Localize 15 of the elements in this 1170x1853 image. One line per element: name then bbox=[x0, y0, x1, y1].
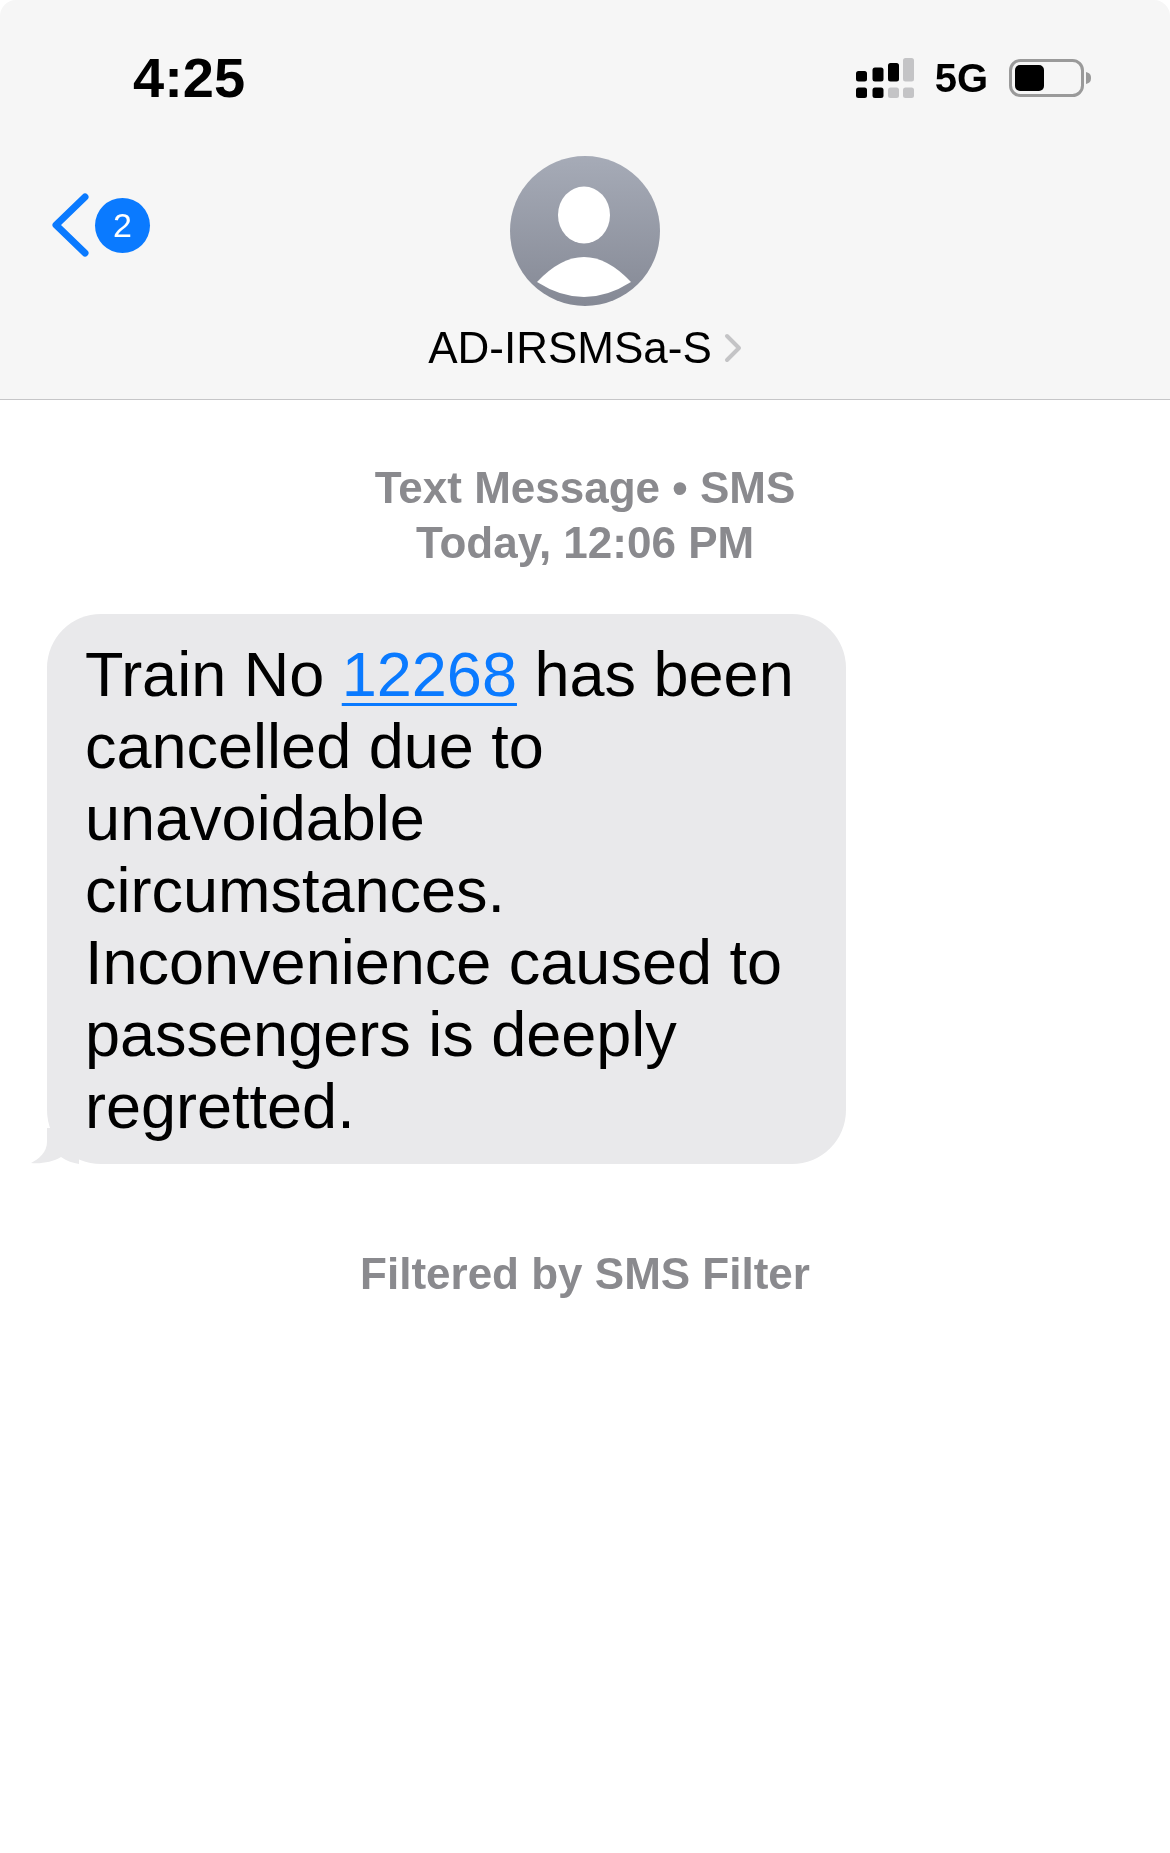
filter-note: Filtered by SMS Filter bbox=[359, 1248, 811, 1300]
signal-icon bbox=[855, 58, 914, 98]
number-link[interactable]: 12268 bbox=[341, 639, 517, 709]
network-label: 5G bbox=[934, 58, 988, 98]
status-time: 4:25 bbox=[133, 50, 246, 106]
message-timestamp: Today, 12:06 PM bbox=[414, 517, 756, 569]
battery-icon bbox=[1009, 59, 1091, 97]
chevron-left-icon bbox=[50, 193, 90, 257]
contact-name-button[interactable]: AD-IRSMSa-S bbox=[428, 322, 742, 374]
service-label: Text Message • SMS bbox=[373, 462, 797, 514]
back-button[interactable]: 2 bbox=[50, 193, 150, 257]
unread-count-badge: 2 bbox=[95, 197, 150, 253]
message-text: Train No 12268 has been cancelled due to unavoidable circumstances. Inconvenience caused to passengers is deeply regretted. bbox=[85, 638, 795, 1142]
person-avatar-icon[interactable] bbox=[510, 156, 660, 306]
chevron-right-icon bbox=[723, 333, 742, 363]
